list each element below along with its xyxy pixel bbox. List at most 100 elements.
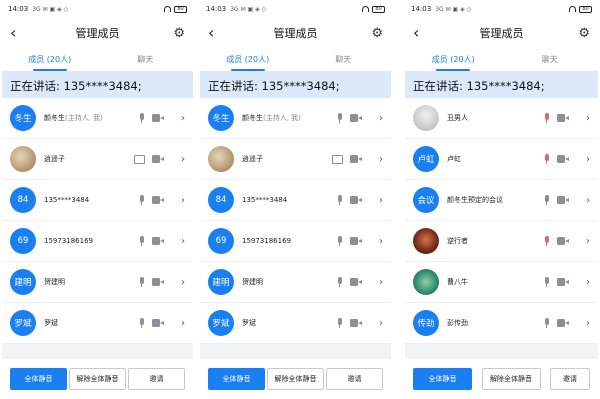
chevron-right-icon[interactable]: › [375, 277, 383, 288]
member-row[interactable]: 逍遥子 › [2, 139, 193, 180]
chevron-right-icon[interactable]: › [177, 154, 185, 165]
microphone-icon[interactable] [336, 113, 343, 123]
microphone-icon[interactable] [138, 318, 145, 328]
chevron-right-icon[interactable]: › [582, 195, 590, 206]
screen-share-icon[interactable] [134, 154, 145, 164]
member-row[interactable]: 会议 颜冬生预定的会议 › [405, 180, 598, 221]
chevron-right-icon[interactable]: › [582, 236, 590, 247]
video-camera-icon[interactable] [350, 319, 362, 327]
member-row[interactable]: 逆行者 › [405, 221, 598, 262]
microphone-muted-icon[interactable] [543, 236, 550, 246]
member-row[interactable]: 罗斌 罗斌 › [2, 303, 193, 344]
video-camera-icon[interactable] [557, 319, 569, 327]
chevron-right-icon[interactable]: › [375, 318, 383, 329]
microphone-icon[interactable] [543, 318, 550, 328]
member-row[interactable]: 曹八牛 › [405, 262, 598, 303]
video-camera-icon[interactable] [350, 278, 362, 286]
microphone-icon[interactable] [543, 277, 550, 287]
tab-chat[interactable]: 聊天 [502, 48, 599, 71]
unmute-all-button[interactable]: 解除全体静音 [481, 368, 541, 390]
chevron-right-icon[interactable]: › [177, 195, 185, 206]
video-camera-icon[interactable] [152, 196, 164, 204]
chevron-right-icon[interactable]: › [375, 113, 383, 124]
tab-members[interactable]: 成员 (20人) [200, 48, 296, 71]
member-row[interactable]: 84 135****3484 › [200, 180, 391, 221]
chevron-right-icon[interactable]: › [582, 113, 590, 124]
chevron-right-icon[interactable]: › [375, 236, 383, 247]
video-camera-icon[interactable] [350, 114, 362, 122]
chevron-right-icon[interactable]: › [177, 277, 185, 288]
member-row[interactable]: 建明 贺建明 › [200, 262, 391, 303]
tab-chat[interactable]: 聊天 [296, 48, 392, 71]
video-camera-icon[interactable] [152, 278, 164, 286]
member-row[interactable]: 69 15973186169 › [2, 221, 193, 262]
video-camera-icon[interactable] [350, 155, 362, 163]
chevron-right-icon[interactable]: › [177, 318, 185, 329]
gear-icon[interactable]: ⚙ [363, 26, 383, 41]
video-camera-icon[interactable] [557, 155, 569, 163]
tab-chat[interactable]: 聊天 [98, 48, 194, 71]
video-camera-icon[interactable] [152, 155, 164, 163]
back-arrow-icon[interactable]: ‹ [208, 25, 228, 41]
member-row[interactable]: 卢虹 卢虹 › [405, 139, 598, 180]
back-arrow-icon[interactable]: ‹ [413, 25, 433, 41]
chevron-right-icon[interactable]: › [177, 236, 185, 247]
battery-icon: 80 [372, 5, 385, 13]
chevron-right-icon[interactable]: › [582, 154, 590, 165]
chevron-right-icon[interactable]: › [582, 318, 590, 329]
microphone-icon[interactable] [543, 195, 550, 205]
member-name-text: 颜冬生 [242, 114, 263, 122]
video-camera-icon[interactable] [557, 114, 569, 122]
member-row[interactable]: 84 135****3484 › [2, 180, 193, 221]
invite-button[interactable]: 邀请 [128, 368, 185, 390]
tab-members[interactable]: 成员 (20人) [2, 48, 98, 71]
microphone-icon[interactable] [336, 236, 343, 246]
invite-button[interactable]: 邀请 [550, 368, 590, 390]
unmute-all-button[interactable]: 解除全体静音 [267, 368, 324, 390]
microphone-icon[interactable] [138, 113, 145, 123]
video-camera-icon[interactable] [152, 114, 164, 122]
unmute-all-button[interactable]: 解除全体静音 [69, 368, 126, 390]
video-camera-icon[interactable] [557, 196, 569, 204]
member-row[interactable]: 冬生 颜冬生(主持人, 我) › [200, 98, 391, 139]
microphone-icon[interactable] [336, 318, 343, 328]
gear-icon[interactable]: ⚙ [165, 26, 185, 41]
video-camera-icon[interactable] [350, 237, 362, 245]
mute-all-button[interactable]: 全体静音 [413, 368, 472, 390]
member-row[interactable]: 69 15973186169 › [200, 221, 391, 262]
microphone-icon[interactable] [336, 195, 343, 205]
video-camera-icon[interactable] [152, 319, 164, 327]
microphone-muted-icon[interactable] [543, 113, 550, 123]
invite-button[interactable]: 邀请 [326, 368, 383, 390]
member-name: 15973186169 [242, 237, 336, 245]
member-name: 135****3484 [242, 196, 336, 204]
gear-icon[interactable]: ⚙ [570, 26, 590, 41]
chevron-right-icon[interactable]: › [375, 154, 383, 165]
member-row[interactable]: 传劲 彭传劲 › [405, 303, 598, 344]
video-camera-icon[interactable] [557, 278, 569, 286]
chevron-right-icon[interactable]: › [375, 195, 383, 206]
member-row[interactable]: 丑男人 › [405, 98, 598, 139]
member-row[interactable]: 逍遥子 › [200, 139, 391, 180]
member-name: 卢虹 [447, 154, 543, 164]
tab-members[interactable]: 成员 (20人) [405, 48, 502, 71]
microphone-icon[interactable] [138, 195, 145, 205]
chevron-right-icon[interactable]: › [582, 277, 590, 288]
mute-all-button[interactable]: 全体静音 [10, 368, 67, 390]
video-camera-icon[interactable] [152, 237, 164, 245]
member-row[interactable]: 建明 贺建明 › [2, 262, 193, 303]
video-camera-icon[interactable] [557, 237, 569, 245]
member-name-text: 135****3484 [44, 196, 90, 204]
back-arrow-icon[interactable]: ‹ [10, 25, 30, 41]
microphone-icon[interactable] [138, 277, 145, 287]
chevron-right-icon[interactable]: › [177, 113, 185, 124]
screen-share-icon[interactable] [332, 154, 343, 164]
avatar: 69 [208, 228, 234, 254]
microphone-icon[interactable] [336, 277, 343, 287]
mute-all-button[interactable]: 全体静音 [208, 368, 265, 390]
video-camera-icon[interactable] [350, 196, 362, 204]
microphone-icon[interactable] [138, 236, 145, 246]
member-row[interactable]: 罗斌 罗斌 › [200, 303, 391, 344]
member-row[interactable]: 冬生 颜冬生(主持人, 我) › [2, 98, 193, 139]
microphone-muted-icon[interactable] [543, 154, 550, 164]
